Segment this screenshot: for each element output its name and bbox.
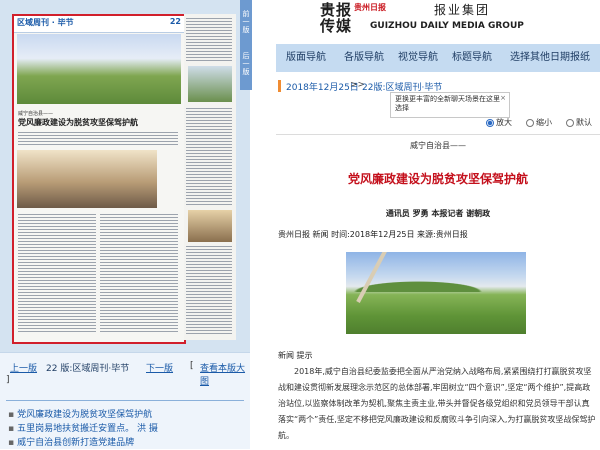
page-section-title: 区域周刊 · 毕节 [17, 18, 74, 27]
page-number: 22 [169, 17, 181, 26]
zoom-out-label: 缩小 [536, 118, 552, 127]
zoom-default-label: 默认 [576, 118, 592, 127]
zoom-in-option[interactable]: 放大 [486, 116, 512, 130]
article-list-item[interactable]: ▪ 五里岗易地扶贫搬迁安置点。 洪 摄 [8, 422, 248, 436]
bullet-icon: ▪ [8, 438, 15, 448]
prev-page-link[interactable]: 上一版 [10, 361, 37, 374]
bullet-icon: ▪ [8, 410, 15, 420]
adjacent-text-block-2 [186, 108, 232, 206]
article-photo [346, 252, 526, 334]
left-pane: 区域周刊 · 毕节 22 威宁自治县—— 党风廉政建设为脱贫攻坚保驾护航 前一版… [0, 0, 252, 450]
page-text-block [18, 132, 178, 146]
breadcrumb-marker [278, 80, 281, 92]
close-icon[interactable]: × [500, 94, 506, 103]
adjacent-text-block-1 [186, 18, 232, 62]
adjacent-photo-2 [188, 210, 232, 242]
zoom-controls: 放大 缩小 默认 [486, 116, 598, 130]
adjacent-photo-1 [188, 66, 232, 102]
site-logo[interactable]: 贵报 传媒 贵州日报 报业集团 GUIZHOU DAILY MEDIA GROU… [318, 0, 554, 38]
logo-group-name: 报业集团 [434, 3, 491, 17]
logo-english-name: GUIZHOU DAILY MEDIA GROUP [370, 21, 524, 31]
article-meta: 贵州日报 新闻 时间:2018年12月25日 来源:贵州日报 [278, 230, 468, 239]
list-divider [6, 400, 244, 401]
article-kicker: 威宁自治县—— [410, 141, 466, 150]
breadcrumb-date[interactable]: 2018年12月25日 [286, 80, 359, 93]
side-next-page-button[interactable]: 后一版 [240, 52, 252, 76]
view-large-image-link[interactable]: 查看本版大图 [200, 361, 250, 387]
article-byline: 通讯员 罗勇 本报记者 谢朝政 [385, 209, 491, 218]
bracket-close: ] [6, 375, 10, 385]
zoom-out-radio[interactable] [526, 118, 534, 127]
content-divider [276, 134, 600, 135]
page-text-column-1 [18, 214, 96, 334]
current-page-label: 22 版:区域周刊·毕节 [46, 364, 130, 374]
newspaper-page-viewer: 区域周刊 · 毕节 22 威宁自治县—— 党风廉政建设为脱贫攻坚保驾护航 [0, 0, 250, 352]
zoom-out-option[interactable]: 缩小 [526, 116, 552, 130]
article-list: ▪ 党风廉政建设为脱贫攻坚保驾护航 ▪ 五里岗易地扶贫搬迁安置点。 洪 摄 ▪ 威宁自… [8, 408, 248, 450]
page-kicker: 威宁自治县—— [18, 111, 54, 117]
article-list-link[interactable]: 五里岗易地扶贫搬迁安置点。 洪 摄 [17, 424, 158, 434]
page-photo-farmland [17, 34, 181, 104]
zoom-default-radio[interactable] [566, 118, 574, 127]
logo-line-1: 贵报 [320, 1, 353, 19]
logo-brand-name: 贵州日报 [354, 3, 386, 12]
side-prev-page-button[interactable]: 前一版 [240, 10, 252, 34]
page-text-column-2 [100, 214, 178, 334]
article-headline: 党风廉政建设为脱贫攻坚保驾护航 [347, 172, 528, 186]
zoom-default-option[interactable]: 默认 [566, 116, 592, 130]
nav-visual-navigation[interactable]: 视觉导航 [398, 44, 438, 72]
logo-line-2: 传媒 [320, 17, 353, 35]
bracket-open: [ [190, 361, 194, 371]
page-headline: 党风廉政建设为脱贫攻坚保驾护航 [18, 118, 138, 127]
nav-select-other-date[interactable]: 选择其他日期报纸 [510, 44, 590, 72]
bullet-icon: ▪ [8, 424, 15, 434]
next-page-link[interactable]: 下一版 [146, 361, 173, 374]
nav-pages-navigation[interactable]: 各版导航 [344, 44, 384, 72]
logo-wordmark: 贵报 传媒 [320, 2, 352, 34]
article-list-link[interactable]: 威宁自治县创新打造党建品牌 [17, 438, 134, 448]
article-body: 2018年,威宁自治县纪委监委把全面从严治党纳入战略布局,紧紧围绕打打赢脱贫攻坚… [278, 367, 596, 440]
main-nav-bar: 版面导航 各版导航 视觉导航 标题导航 选择其他日期报纸 [276, 44, 600, 72]
zoom-in-label: 放大 [496, 118, 512, 127]
adjacent-text-block-3 [186, 246, 232, 336]
page-photo-buildings [17, 150, 157, 208]
article-section-label: 新闻 提示 [278, 351, 313, 360]
promo-tooltip: 更换更丰富的全新聊天场景在这里选择 × [390, 92, 510, 118]
newspaper-page-thumbnail[interactable]: 区域周刊 · 毕节 22 威宁自治县—— 党风廉政建设为脱贫攻坚保驾护航 [12, 14, 186, 344]
article-list-item[interactable]: ▪ 党风廉政建设为脱贫攻坚保驾护航 [8, 408, 248, 422]
nav-layout-navigation[interactable]: 版面导航 [286, 44, 326, 72]
tooltip-text: 更换更丰富的全新聊天场景在这里选择 [395, 95, 500, 112]
nav-title-navigation[interactable]: 标题导航 [452, 44, 492, 72]
page-header: 区域周刊 · 毕节 22 [14, 16, 184, 33]
zoom-in-radio[interactable] [486, 118, 494, 127]
article-list-link[interactable]: 党风廉政建设为脱贫攻坚保驾护航 [17, 410, 152, 420]
article-list-item[interactable]: ▪ 威宁自治县创新打造党建品牌 [8, 436, 248, 450]
page-nav-bar: 上一版 22 版:区域周刊·毕节 下一版 [ 查看本版大图 ] [0, 352, 250, 387]
page-adjacent-column [184, 14, 236, 340]
